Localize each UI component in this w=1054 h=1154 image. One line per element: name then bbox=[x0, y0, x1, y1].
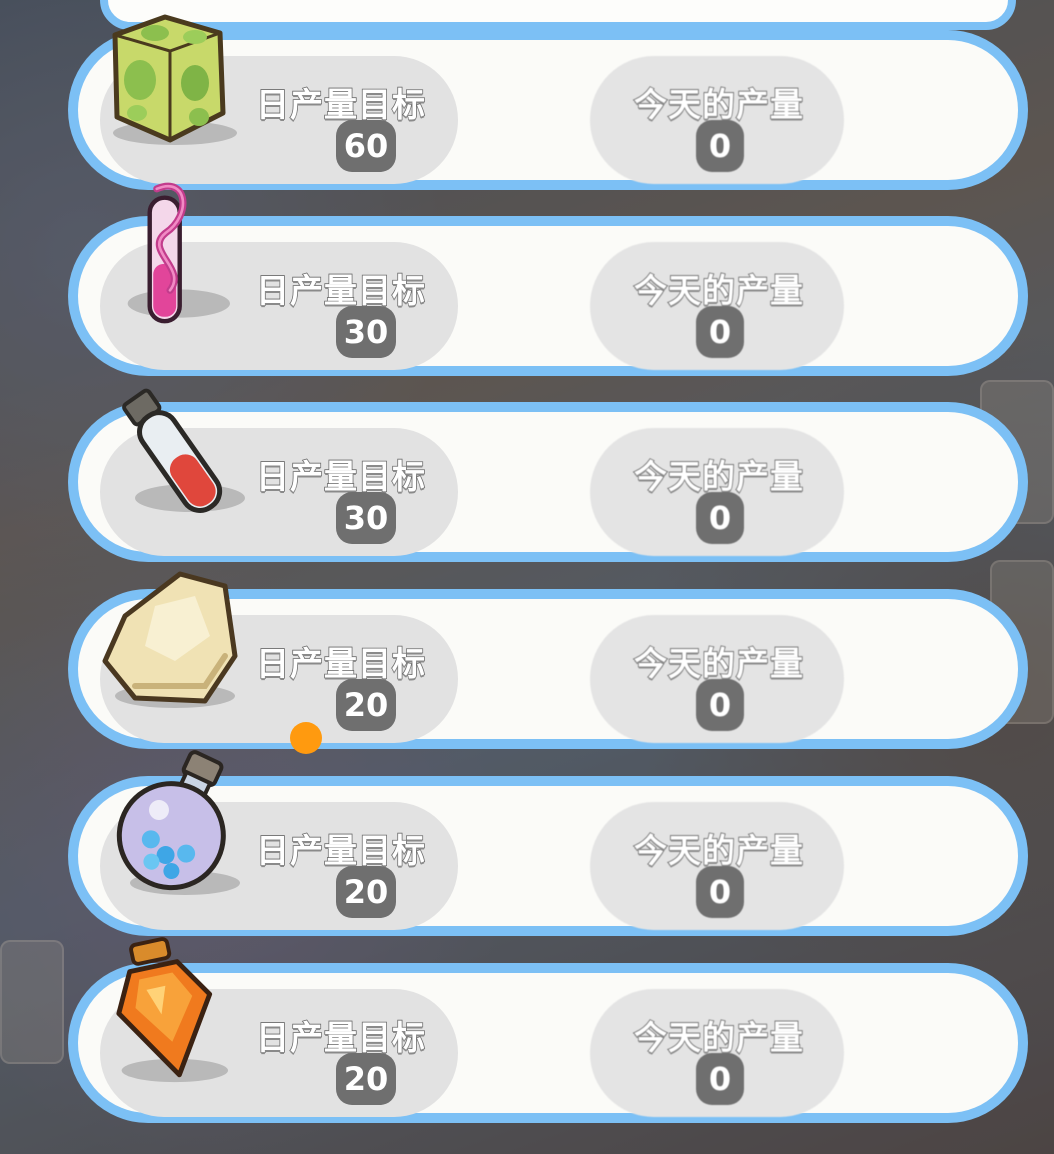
today-output-box: 今天的产量 0 bbox=[590, 242, 844, 370]
blue-bubble-flask-icon bbox=[116, 750, 240, 895]
pink-test-tube-icon bbox=[127, 182, 230, 324]
today-output-value: 0 bbox=[696, 306, 744, 358]
red-vial-icon bbox=[122, 388, 245, 513]
daily-target-value: 60 bbox=[336, 120, 396, 172]
today-output-box: 今天的产量 0 bbox=[590, 615, 844, 743]
orange-potion-bottle-icon bbox=[116, 937, 229, 1083]
daily-target-value: 30 bbox=[336, 492, 396, 544]
daily-target-value: 30 bbox=[336, 306, 396, 358]
background-tile bbox=[0, 940, 64, 1064]
today-output-value: 0 bbox=[696, 1053, 744, 1105]
today-output-label: 今天的产量 bbox=[633, 830, 804, 871]
today-output-value: 0 bbox=[696, 120, 744, 172]
today-output-label: 今天的产量 bbox=[633, 270, 804, 311]
today-output-label: 今天的产量 bbox=[633, 84, 804, 125]
daily-target-label: 日产量目标 bbox=[255, 456, 426, 497]
today-output-box: 今天的产量 0 bbox=[590, 989, 844, 1117]
today-output-box: 今天的产量 0 bbox=[590, 428, 844, 556]
daily-target-label: 日产量目标 bbox=[255, 643, 426, 684]
daily-target-label: 日产量目标 bbox=[255, 270, 426, 311]
today-output-value: 0 bbox=[696, 679, 744, 731]
daily-target-label: 日产量目标 bbox=[255, 84, 426, 125]
daily-target-value: 20 bbox=[336, 1053, 396, 1105]
daily-target-label: 日产量目标 bbox=[255, 1017, 426, 1058]
daily-target-label: 日产量目标 bbox=[255, 830, 426, 871]
today-output-box: 今天的产量 0 bbox=[590, 56, 844, 184]
cream-stone-icon bbox=[102, 571, 238, 708]
today-output-label: 今天的产量 bbox=[633, 643, 804, 684]
today-output-value: 0 bbox=[696, 492, 744, 544]
today-output-label: 今天的产量 bbox=[633, 456, 804, 497]
touch-indicator bbox=[290, 722, 322, 754]
today-output-box: 今天的产量 0 bbox=[590, 802, 844, 930]
daily-target-value: 20 bbox=[336, 866, 396, 918]
green-cube-icon bbox=[112, 14, 237, 145]
today-output-value: 0 bbox=[696, 866, 744, 918]
today-output-label: 今天的产量 bbox=[633, 1017, 804, 1058]
daily-target-value: 20 bbox=[336, 679, 396, 731]
